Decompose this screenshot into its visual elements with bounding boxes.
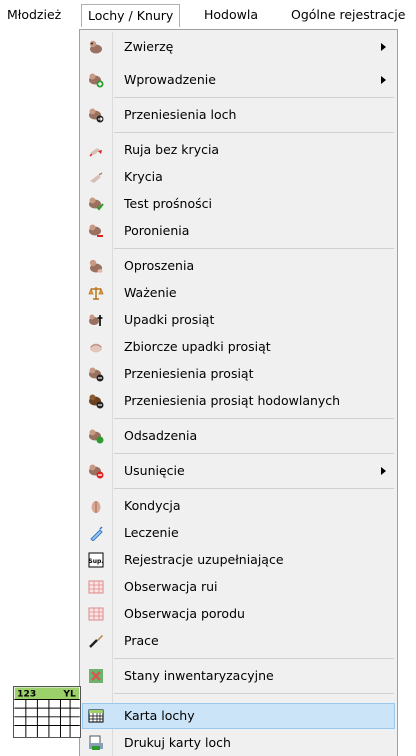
separator	[114, 658, 394, 659]
menu-item-label: Rejestracje uzupełniające	[124, 552, 284, 567]
menu-item-przeniesienia-prosiat[interactable]: Przeniesienia prosiąt	[82, 361, 395, 387]
menu-item-wazenie[interactable]: Ważenie	[82, 280, 395, 306]
work-icon	[89, 635, 103, 648]
scale-icon	[88, 287, 104, 300]
preview-right-text: YL	[62, 690, 76, 700]
menu-lochy-knury[interactable]: Lochy / Knury	[81, 4, 181, 27]
separator	[114, 693, 394, 694]
menu-item-label: Zbiorcze upadki prosiąt	[124, 339, 271, 354]
weaning-icon	[89, 429, 104, 444]
menu-item-label: Wprowadzenie	[124, 72, 216, 87]
insemination-icon	[90, 172, 103, 183]
heat-icon	[89, 148, 102, 157]
menu-item-label: Ważenie	[124, 285, 177, 300]
menu-item-label: Zwierzę	[124, 39, 174, 54]
menu-item-label: Przeniesienia prosiąt hodowlanych	[124, 393, 341, 408]
collective-death-icon	[90, 343, 102, 353]
pregnancy-test-icon	[89, 197, 104, 211]
menu-item-karta-lochy[interactable]: Karta lochy	[82, 703, 395, 729]
separator	[114, 418, 394, 419]
menu-item-label: Kondycja	[124, 498, 181, 513]
sow-transfer-icon	[89, 108, 104, 123]
menu-item-odsadzenia[interactable]: Odsadzenia	[82, 423, 395, 449]
submenu-arrow-icon	[381, 76, 386, 84]
menu-item-label: Przeniesienia loch	[124, 107, 237, 122]
menu-item-poronienia[interactable]: Poronienia	[82, 218, 395, 244]
menu-item-zbiorcze-upadki-prosiat[interactable]: Zbiorcze upadki prosiąt	[82, 334, 395, 360]
menu-item-stany-inwentaryzacyjne[interactable]: Stany inwentaryzacyjne	[82, 663, 395, 689]
menu-item-label: Karta lochy	[124, 708, 195, 723]
separator	[114, 488, 394, 489]
menu-item-label: Odsadzenia	[124, 428, 198, 443]
separator	[114, 97, 394, 98]
menu-item-label: Usunięcie	[124, 463, 185, 478]
menu-item-zwierze[interactable]: Zwierzę	[82, 34, 395, 60]
menu-mlodziez[interactable]: Młodzież	[7, 4, 61, 26]
menu-item-label: Obserwacja porodu	[124, 606, 245, 621]
menu-item-test-prosnosci[interactable]: Test prośności	[82, 191, 395, 217]
menu-item-label: Drukuj karty loch	[124, 735, 231, 750]
piglet-transfer-icon	[89, 367, 104, 382]
menu-item-drukuj-karty-loch[interactable]: Drukuj karty loch	[82, 730, 395, 756]
supplementary-icon: Sup.	[88, 552, 104, 568]
separator	[114, 248, 394, 249]
menu-item-label: Poronienia	[124, 223, 190, 238]
menu-item-label: Ruja bez krycia	[124, 142, 220, 157]
menu-item-label: Prace	[124, 633, 159, 648]
menu-item-obserwacja-rui[interactable]: Obserwacja rui	[82, 574, 395, 600]
heat-observation-icon	[88, 580, 104, 594]
menu-ogolne-rejestracje[interactable]: Ogólne rejestracje	[291, 4, 405, 26]
print-cards-icon	[89, 735, 103, 750]
menu-item-krycia[interactable]: Krycia	[82, 164, 395, 190]
treatment-icon	[90, 526, 103, 541]
menu-item-kondycja[interactable]: Kondycja	[82, 493, 395, 519]
farrowing-observation-icon	[88, 607, 104, 621]
submenu-arrow-icon	[381, 467, 386, 475]
sow-card-icon	[88, 709, 104, 723]
menu-item-obserwacja-porodu[interactable]: Obserwacja porodu	[82, 601, 395, 627]
sow-add-icon	[89, 73, 104, 88]
menu-item-oproszenia[interactable]: Oproszenia	[82, 253, 395, 279]
menu-item-ruja-bez-krycia[interactable]: Ruja bez krycia	[82, 137, 395, 163]
breeding-piglet-transfer-icon	[89, 394, 104, 409]
abortion-icon	[89, 224, 103, 237]
separator	[114, 453, 394, 454]
menu-item-label: Upadki prosiąt	[124, 312, 215, 327]
menu-item-label: Krycia	[124, 169, 163, 184]
menu-item-wprowadzenie[interactable]: Wprowadzenie	[82, 67, 395, 93]
submenu-arrow-icon	[381, 43, 386, 51]
menu-item-upadki-prosiat[interactable]: Upadki prosiąt	[82, 307, 395, 333]
sow-icon	[89, 40, 102, 54]
menu-item-label: Test prośności	[124, 196, 212, 211]
piglet-death-icon	[89, 314, 103, 326]
preview-left-text: 123	[17, 690, 36, 700]
menu-item-rejestracje-uzupelniajace[interactable]: Sup. Rejestracje uzupełniające	[82, 547, 395, 573]
menu-item-label: Obserwacja rui	[124, 579, 218, 594]
lochy-knury-dropdown: Zwierzę Wprowadzenie Przeniesienia loch …	[79, 29, 398, 756]
removal-icon	[89, 464, 104, 479]
menu-item-prace[interactable]: Prace	[82, 628, 395, 654]
menu-bar: Młodzież Lochy / Knury Hodowla Ogólne re…	[0, 0, 416, 28]
svg-text:Sup.: Sup.	[88, 558, 103, 565]
farrowing-icon	[89, 259, 103, 273]
menu-hodowla[interactable]: Hodowla	[204, 4, 258, 26]
condition-icon	[91, 501, 101, 513]
menu-item-label: Przeniesienia prosiąt	[124, 366, 254, 381]
menu-item-label: Oproszenia	[124, 258, 195, 273]
menu-item-label: Stany inwentaryzacyjne	[124, 668, 274, 683]
menu-item-usuniecie[interactable]: Usunięcie	[82, 458, 395, 484]
menu-item-leczenie[interactable]: Leczenie	[82, 520, 395, 546]
inventory-icon	[89, 669, 103, 683]
sow-card-preview-icon: 123 YL	[13, 686, 81, 738]
menu-item-przeniesienia-loch[interactable]: Przeniesienia loch	[82, 102, 395, 128]
separator	[114, 132, 394, 133]
menu-item-przeniesienia-prosiat-hodowlanych[interactable]: Przeniesienia prosiąt hodowlanych	[82, 388, 395, 414]
menu-item-label: Leczenie	[124, 525, 179, 540]
